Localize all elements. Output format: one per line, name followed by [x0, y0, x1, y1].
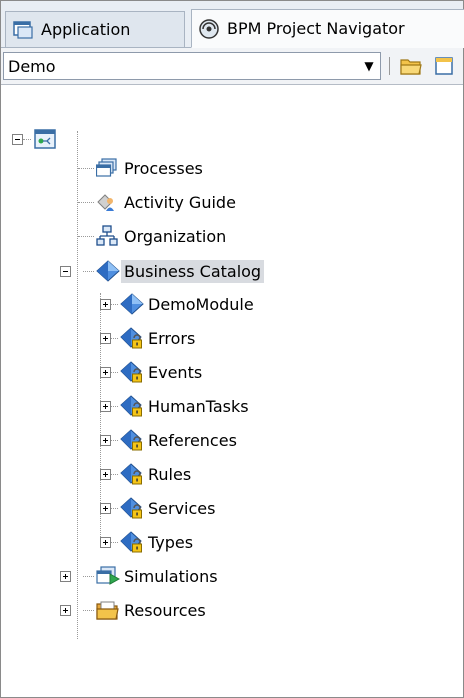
navigator-toolbar: Demo ▼ — [1, 48, 463, 85]
processes-icon — [95, 157, 118, 179]
new-icon — [435, 57, 453, 75]
locked-module-icon — [120, 361, 142, 383]
tree-connector — [23, 139, 31, 140]
tab-bpm-project-navigator[interactable]: BPM Project Navigator — [191, 9, 464, 48]
tab-application[interactable]: Application — [5, 11, 185, 47]
tree-item-label: Organization — [124, 226, 227, 246]
tree-item-label: Events — [148, 362, 203, 382]
expand-toggle[interactable] — [100, 469, 111, 480]
locked-module-icon — [120, 429, 142, 451]
tree-item-label: Errors — [148, 328, 196, 348]
tree-item-errors[interactable]: Errors — [120, 323, 198, 353]
project-tree: Processes Activity Guide Organization Bu… — [0, 85, 464, 697]
tree-item-rules[interactable]: Rules — [120, 459, 194, 489]
tree-item-types[interactable]: Types — [120, 527, 196, 557]
expand-toggle[interactable] — [60, 605, 71, 616]
tree-item-label: Services — [148, 498, 216, 518]
expand-toggle[interactable] — [100, 333, 111, 344]
collapse-toggle[interactable] — [12, 134, 23, 145]
tree-connector — [83, 271, 94, 272]
tree-item-label: Resources — [124, 600, 206, 620]
expand-toggle[interactable] — [100, 299, 111, 310]
project-selector[interactable]: Demo ▼ — [3, 52, 381, 80]
locked-module-icon — [120, 497, 142, 519]
tree-item-simulations[interactable]: Simulations — [96, 561, 221, 591]
tree-item-business-catalog[interactable]: Business Catalog — [96, 256, 265, 286]
tree-connector — [83, 610, 94, 611]
tree-connector — [78, 236, 94, 237]
locked-module-icon — [120, 395, 142, 417]
tree-item-activity-guide[interactable]: Activity Guide — [96, 187, 239, 217]
tree-item-label: Rules — [148, 464, 192, 484]
locked-module-icon — [120, 531, 142, 553]
tree-item-label: Business Catalog — [121, 259, 265, 283]
tree-item-services[interactable]: Services — [120, 493, 218, 523]
chevron-down-icon[interactable]: ▼ — [358, 59, 380, 73]
tree-item-events[interactable]: Events — [120, 357, 205, 387]
tree-connector — [83, 576, 94, 577]
tree-connector — [77, 131, 78, 639]
tree-item-label: References — [148, 430, 237, 450]
tree-item-humantasks[interactable]: HumanTasks — [120, 391, 252, 421]
locked-module-icon — [120, 463, 142, 485]
tree-item-references[interactable]: References — [120, 425, 240, 455]
tree-item-label: DemoModule — [148, 294, 254, 314]
bpm-project-icon — [34, 128, 56, 150]
tree-item-demomodule[interactable]: DemoModule — [120, 289, 257, 319]
bpm-navigator-icon — [198, 18, 220, 40]
tree-item-label: HumanTasks — [148, 396, 249, 416]
tree-item-label: Activity Guide — [124, 192, 236, 212]
tree-item-resources[interactable]: Resources — [96, 595, 209, 625]
expand-toggle[interactable] — [100, 537, 111, 548]
simulations-icon — [96, 565, 121, 587]
expand-toggle[interactable] — [100, 435, 111, 446]
business-catalog-icon — [96, 260, 120, 282]
tree-connector — [78, 202, 94, 203]
open-folder-icon — [400, 59, 422, 75]
expand-toggle[interactable] — [60, 571, 71, 582]
open-folder-button[interactable] — [399, 54, 423, 78]
project-selector-value: Demo — [8, 56, 56, 76]
resources-icon — [96, 599, 119, 621]
expand-toggle[interactable] — [100, 367, 111, 378]
tab-bpm-label: BPM Project Navigator — [227, 19, 405, 38]
activity-guide-icon — [96, 191, 118, 213]
tree-item-label: Processes — [124, 158, 203, 178]
expand-toggle[interactable] — [100, 503, 111, 514]
tab-bar: Application BPM Project Navigator — [1, 1, 464, 48]
expand-toggle[interactable] — [100, 401, 111, 412]
tree-connector — [78, 168, 94, 169]
new-button[interactable] — [433, 54, 457, 78]
collapse-toggle[interactable] — [60, 266, 71, 277]
locked-module-icon — [120, 327, 142, 349]
application-icon — [12, 19, 34, 41]
tree-item-label: Types — [148, 532, 194, 552]
organization-icon — [96, 225, 118, 247]
module-icon — [120, 293, 144, 315]
toolbar-separator — [389, 57, 390, 75]
tab-application-label: Application — [41, 20, 131, 39]
tree-root[interactable] — [34, 124, 59, 154]
tree-item-organization[interactable]: Organization — [96, 221, 229, 251]
tree-item-label: Simulations — [124, 566, 218, 586]
tree-item-processes[interactable]: Processes — [95, 153, 206, 183]
